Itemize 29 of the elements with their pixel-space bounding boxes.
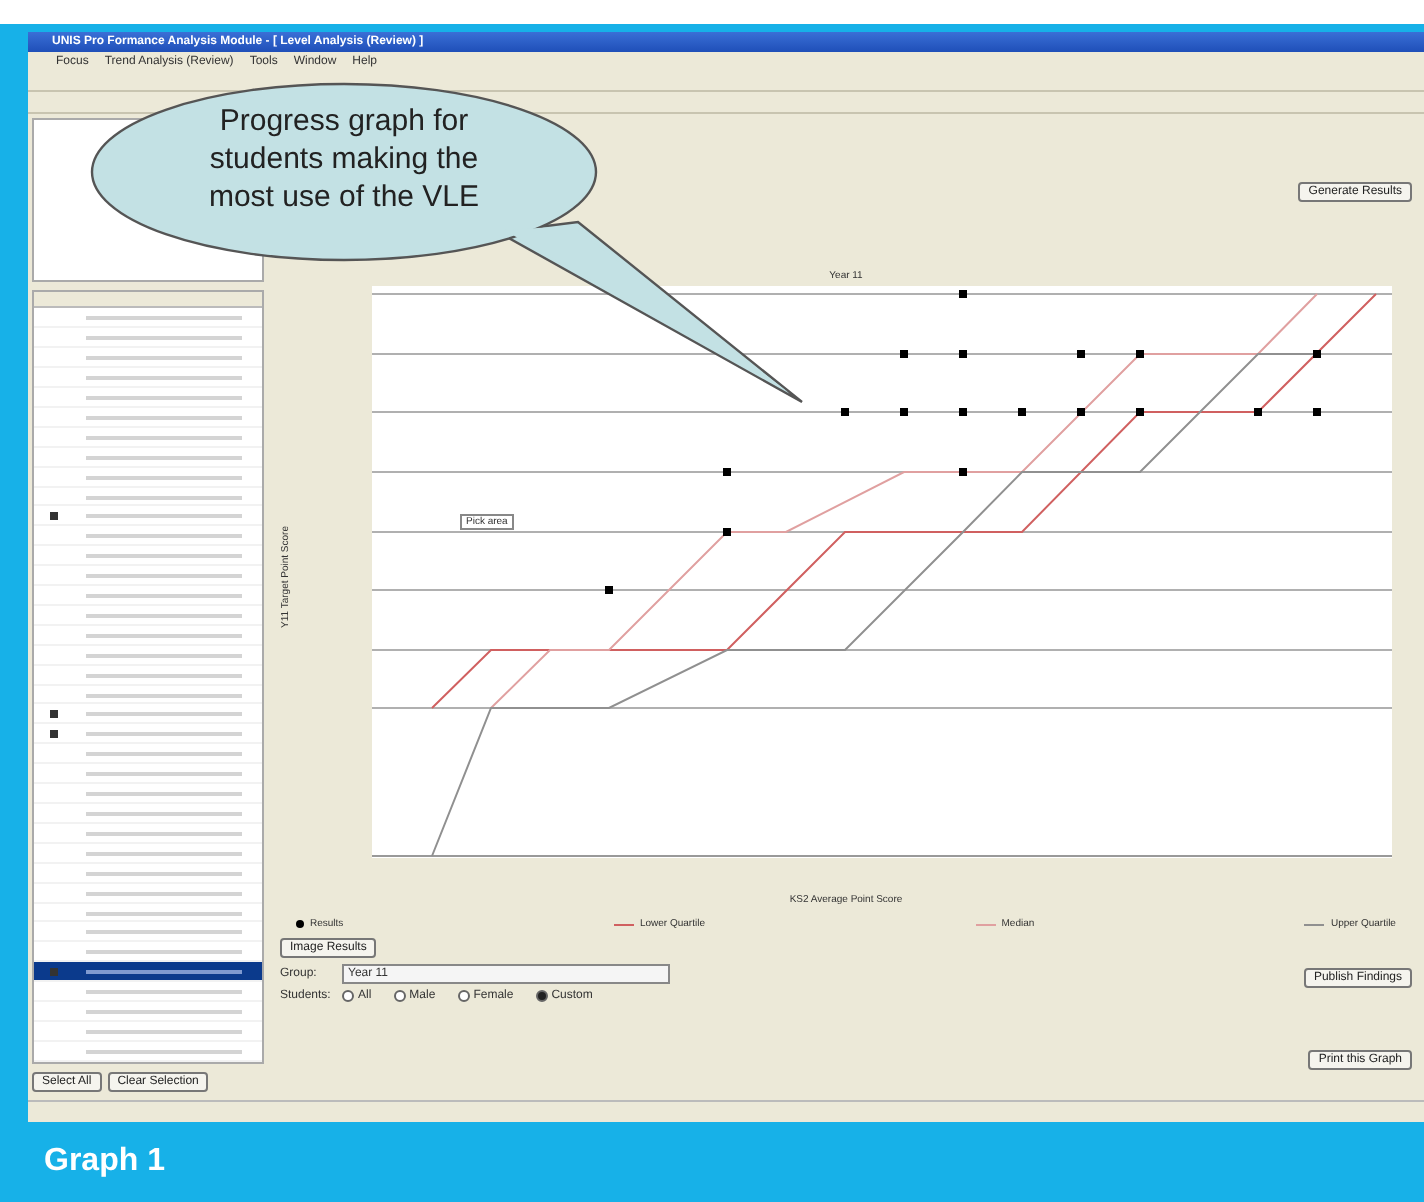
tick-icon xyxy=(50,729,58,738)
data-point xyxy=(1136,350,1144,358)
data-point xyxy=(959,350,967,358)
data-point xyxy=(959,290,967,298)
figure-caption: Graph 1 xyxy=(44,1144,165,1180)
data-point xyxy=(723,528,731,536)
data-point xyxy=(959,408,967,416)
data-point xyxy=(723,468,731,476)
list-row[interactable] xyxy=(34,962,262,983)
data-point xyxy=(1254,408,1262,416)
data-point xyxy=(1313,408,1321,416)
tick-icon xyxy=(50,967,58,976)
data-point xyxy=(1077,350,1085,358)
tick-icon xyxy=(50,511,58,520)
radio-button[interactable] xyxy=(457,990,470,1002)
radio-button[interactable] xyxy=(535,990,548,1002)
data-point xyxy=(900,350,908,358)
data-point xyxy=(959,468,967,476)
tick-icon xyxy=(50,709,58,718)
data-point xyxy=(1136,408,1144,416)
data-point xyxy=(1313,350,1321,358)
radio-button[interactable] xyxy=(342,990,354,1002)
data-point xyxy=(605,586,613,594)
callout-text: Progress graph for students making the most use of the VLE xyxy=(206,102,482,216)
data-point xyxy=(1077,408,1085,416)
radio-button[interactable] xyxy=(393,990,406,1002)
data-point xyxy=(1018,408,1026,416)
data-point xyxy=(900,408,908,416)
data-point xyxy=(841,408,849,416)
